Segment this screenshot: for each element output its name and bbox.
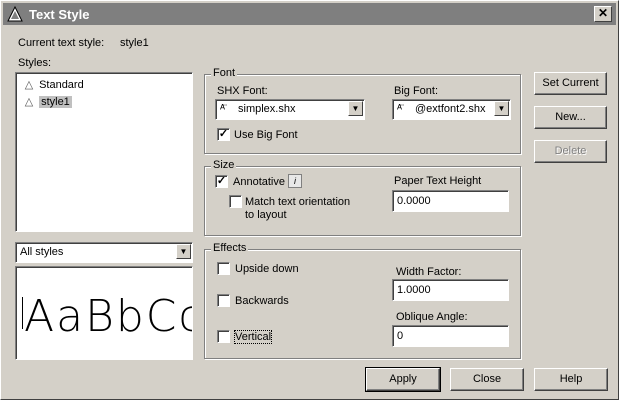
text-preview: AaBbCc bbox=[15, 266, 193, 360]
style-item-label: Standard bbox=[39, 79, 84, 91]
text-style-dialog: Text Style ✕ Current text style: style1 … bbox=[0, 0, 619, 400]
annotative-triangle-icon: △ bbox=[24, 96, 34, 108]
styles-label: Styles: bbox=[18, 57, 52, 69]
autocad-app-icon bbox=[7, 6, 23, 22]
style-item-label: style1 bbox=[39, 96, 72, 108]
oblique-angle-value: 0 bbox=[397, 330, 404, 342]
annotative-label: Annotative bbox=[233, 176, 285, 188]
effects-group-label: Effects bbox=[211, 242, 249, 254]
paper-text-height-input[interactable]: 0.0000 bbox=[392, 190, 509, 212]
vertical-label: Vertical bbox=[233, 330, 273, 344]
current-style-value: style1 bbox=[120, 37, 149, 49]
annotative-checkbox[interactable]: ✓ bbox=[215, 175, 228, 188]
use-big-font-label: Use Big Font bbox=[234, 129, 298, 141]
width-factor-value: 1.0000 bbox=[397, 284, 431, 296]
checkmark-icon: ✓ bbox=[218, 128, 229, 140]
apply-button[interactable]: Apply bbox=[365, 367, 441, 392]
paper-text-height-label: Paper Text Height bbox=[394, 175, 482, 187]
width-factor-input[interactable]: 1.0000 bbox=[392, 279, 509, 301]
styles-list[interactable]: △ Standard △ style1 bbox=[15, 72, 193, 232]
big-font-value: @extfont2.shx bbox=[415, 103, 486, 115]
shx-font-dropdown[interactable]: ᴬ̈ simplex.shx ▼ bbox=[215, 99, 365, 120]
upside-down-label: Upside down bbox=[235, 263, 299, 275]
chevron-down-icon[interactable]: ▼ bbox=[494, 101, 509, 116]
big-font-dropdown[interactable]: ᴬ̈ @extfont2.shx ▼ bbox=[392, 99, 511, 120]
checkmark-icon: ✓ bbox=[216, 175, 227, 187]
backwards-checkbox[interactable] bbox=[217, 294, 230, 307]
delete-button[interactable]: Delete bbox=[534, 140, 607, 163]
window-title: Text Style bbox=[29, 7, 90, 22]
style-filter-value: All styles bbox=[20, 246, 64, 258]
match-orientation-label-line2: to layout bbox=[245, 209, 287, 221]
set-current-button[interactable]: Set Current bbox=[534, 72, 607, 95]
match-orientation-checkbox[interactable] bbox=[229, 195, 242, 208]
width-factor-label: Width Factor: bbox=[396, 266, 462, 278]
close-window-button[interactable]: ✕ bbox=[594, 6, 612, 22]
close-button[interactable]: Close bbox=[450, 368, 524, 391]
preview-cursor-line bbox=[22, 297, 23, 329]
font-type-icon: ᴬ̈ bbox=[220, 103, 225, 115]
big-font-label: Big Font: bbox=[394, 85, 439, 97]
chevron-down-icon[interactable]: ▼ bbox=[176, 244, 191, 259]
font-group-label: Font bbox=[211, 67, 238, 79]
paper-text-height-value: 0.0000 bbox=[397, 195, 431, 207]
vertical-checkbox[interactable] bbox=[217, 330, 230, 343]
font-type-icon: ᴬ̈ bbox=[397, 103, 402, 115]
new-button[interactable]: New... bbox=[534, 106, 607, 129]
oblique-angle-input[interactable]: 0 bbox=[392, 325, 509, 347]
upside-down-checkbox[interactable] bbox=[217, 262, 230, 275]
backwards-label: Backwards bbox=[235, 295, 289, 307]
use-big-font-checkbox[interactable]: ✓ bbox=[217, 128, 230, 141]
size-group-label: Size bbox=[211, 159, 237, 171]
help-button[interactable]: Help bbox=[534, 368, 608, 391]
style-filter-dropdown[interactable]: All styles ▼ bbox=[15, 242, 193, 263]
match-orientation-label-line1: Match text orientation bbox=[245, 196, 351, 208]
title-bar[interactable]: Text Style ✕ bbox=[3, 3, 616, 25]
shx-font-value: simplex.shx bbox=[238, 103, 296, 115]
shx-font-label: SHX Font: bbox=[217, 85, 268, 97]
oblique-angle-label: Oblique Angle: bbox=[396, 311, 468, 323]
preview-text: AaBbCc bbox=[24, 291, 193, 342]
info-icon[interactable]: i bbox=[288, 174, 302, 188]
style-item-style1[interactable]: △ style1 bbox=[22, 94, 72, 110]
chevron-down-icon[interactable]: ▼ bbox=[348, 101, 363, 116]
annotative-triangle-icon: △ bbox=[24, 79, 34, 91]
current-style-label: Current text style: bbox=[18, 37, 105, 49]
style-item-standard[interactable]: △ Standard bbox=[22, 77, 84, 93]
close-icon: ✕ bbox=[597, 6, 609, 20]
